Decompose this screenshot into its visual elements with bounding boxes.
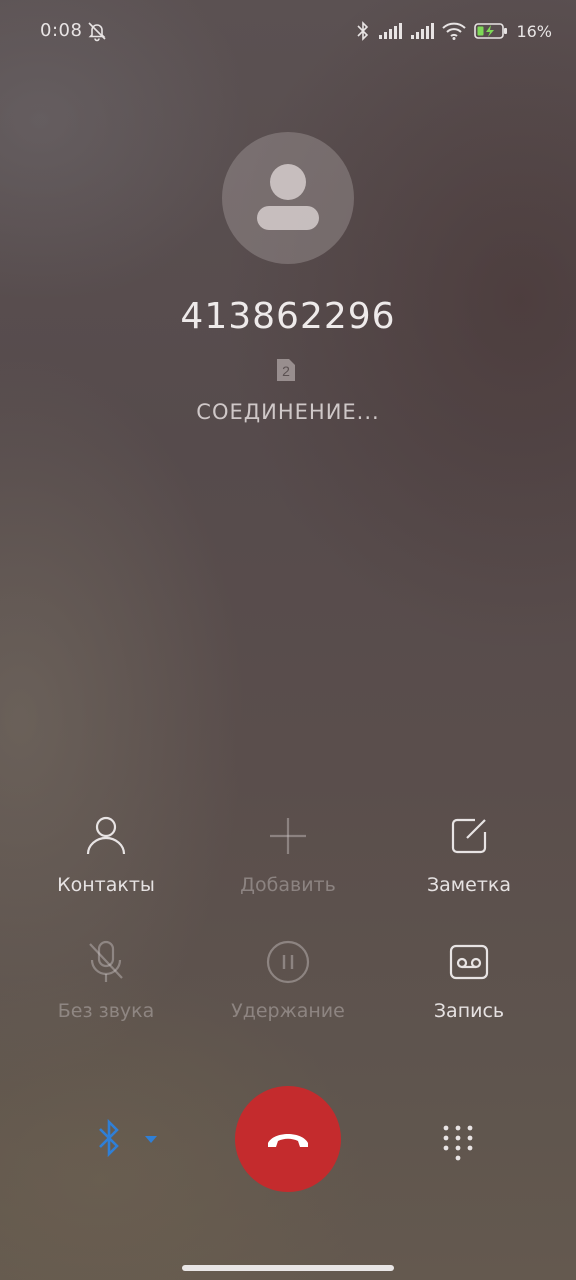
status-icons: 16% xyxy=(356,20,552,42)
signal-1-icon xyxy=(378,22,403,40)
battery-charging-icon xyxy=(474,22,508,40)
hold-label: Удержание xyxy=(231,1000,345,1022)
alarm-off-icon xyxy=(86,20,108,42)
status-bar: 0:08 16% xyxy=(0,0,576,64)
person-placeholder-icon xyxy=(257,164,319,230)
status-time: 0:08 xyxy=(40,20,83,41)
note-icon xyxy=(451,818,487,854)
note-button[interactable]: Заметка xyxy=(374,812,564,896)
bluetooth-icon xyxy=(99,1118,157,1158)
chevron-down-icon xyxy=(145,1136,157,1143)
hold-button[interactable]: Удержание xyxy=(193,938,383,1022)
caller-number: 413862296 xyxy=(180,296,396,337)
bluetooth-icon xyxy=(356,21,370,41)
dialpad-icon xyxy=(443,1125,473,1161)
add-call-label: Добавить xyxy=(240,874,336,896)
mute-label: Без звука xyxy=(57,1000,155,1022)
record-button[interactable]: Запись xyxy=(374,938,564,1022)
mute-button[interactable]: Без звука xyxy=(11,938,201,1022)
audio-route-button[interactable] xyxy=(88,1112,168,1168)
sim-card-icon: 2 xyxy=(274,358,298,382)
sim-slot-number: 2 xyxy=(282,363,290,379)
person-icon xyxy=(86,816,126,855)
battery-percent: 16% xyxy=(516,21,552,41)
pause-icon xyxy=(266,940,310,984)
record-icon xyxy=(449,944,489,980)
contacts-label: Контакты xyxy=(57,874,155,896)
plus-icon xyxy=(270,818,306,854)
mic-off-icon xyxy=(89,940,123,982)
call-status: СОЕДИНЕНИЕ... xyxy=(196,400,380,424)
add-call-button[interactable]: Добавить xyxy=(193,812,383,896)
wifi-icon xyxy=(442,22,467,40)
caller-avatar xyxy=(222,132,354,264)
dialpad-button[interactable] xyxy=(436,1118,480,1162)
note-label: Заметка xyxy=(426,874,512,896)
end-call-icon xyxy=(268,1134,308,1147)
signal-2-icon xyxy=(410,22,435,40)
end-call-button[interactable] xyxy=(235,1086,341,1192)
contacts-button[interactable]: Контакты xyxy=(11,812,201,896)
home-indicator[interactable] xyxy=(182,1265,394,1271)
record-label: Запись xyxy=(433,1000,505,1022)
